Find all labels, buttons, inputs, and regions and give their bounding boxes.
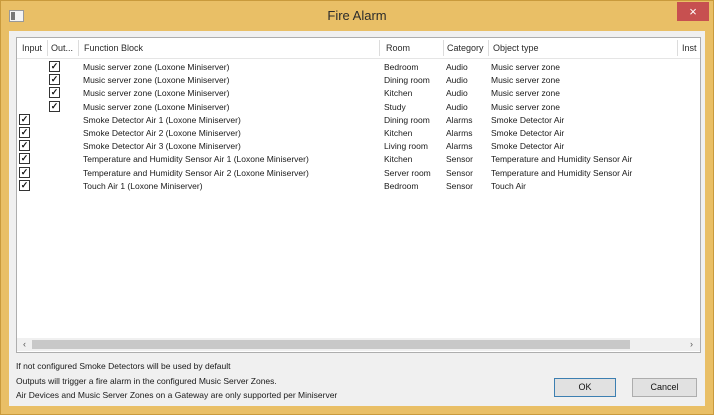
category-cell: Alarms xyxy=(446,141,473,152)
table-row[interactable]: ✓ Smoke Detector Air 3 (Loxone Miniserver… xyxy=(17,140,700,153)
table-row[interactable]: ✓ Music server zone (Loxone Miniserver) Be… xyxy=(17,61,700,74)
table-row[interactable]: ✓ Smoke Detector Air 2 (Loxone Miniserver… xyxy=(17,127,700,140)
column-header-category[interactable]: Category xyxy=(447,43,484,53)
function-block-cell: Touch Air 1 (Loxone Miniserver) xyxy=(83,180,203,191)
column-header-instance[interactable]: Inst xyxy=(682,43,697,53)
column-separator[interactable] xyxy=(78,40,79,56)
table-row[interactable]: ✓ Smoke Detector Air 1 (Loxone Miniserver… xyxy=(17,113,700,127)
room-cell: Dining room xyxy=(384,75,430,86)
category-cell: Sensor xyxy=(446,167,473,178)
close-button[interactable]: × xyxy=(677,2,709,21)
category-cell: Alarms xyxy=(446,128,473,138)
room-cell: Kitchen xyxy=(384,128,413,138)
function-block-cell: Temperature and Humidity Sensor Air 2 (L… xyxy=(83,167,309,178)
object-type-cell: Touch Air xyxy=(491,180,526,191)
column-separator[interactable] xyxy=(443,40,444,56)
input-checkbox[interactable]: ✓ xyxy=(19,127,30,138)
category-cell: Audio xyxy=(446,101,468,112)
object-type-cell: Music server zone xyxy=(491,75,560,86)
ok-button[interactable]: OK xyxy=(554,378,616,397)
info-text-line: Air Devices and Music Server Zones on a … xyxy=(16,390,338,400)
output-checkbox[interactable]: ✓ xyxy=(49,87,60,99)
scroll-left-icon[interactable]: ‹ xyxy=(18,338,31,351)
input-checkbox[interactable]: ✓ xyxy=(19,179,30,191)
input-checkbox[interactable]: ✓ xyxy=(19,113,30,125)
output-checkbox[interactable]: ✓ xyxy=(49,74,60,86)
room-cell: Study xyxy=(384,101,406,112)
column-separator[interactable] xyxy=(379,40,380,56)
column-separator[interactable] xyxy=(47,40,48,56)
fire-alarm-window: Fire Alarm × Input Out... Function Block… xyxy=(0,0,714,415)
table-row[interactable]: ✓ Music server zone (Loxone Miniserver) Ki… xyxy=(17,87,700,100)
function-block-cell: Temperature and Humidity Sensor Air 1 (L… xyxy=(83,154,309,165)
object-type-cell: Music server zone xyxy=(491,101,560,112)
room-cell: Kitchen xyxy=(384,154,413,165)
info-text-line: Outputs will trigger a fire alarm in the… xyxy=(16,376,277,386)
object-type-cell: Smoke Detector Air xyxy=(491,128,565,138)
column-header-object-type[interactable]: Object type xyxy=(493,43,539,53)
function-block-table: Input Out... Function Block Room Categor… xyxy=(16,37,701,353)
room-cell: Living room xyxy=(384,141,428,152)
window-title: Fire Alarm xyxy=(327,8,387,23)
input-checkbox[interactable]: ✓ xyxy=(19,166,30,178)
object-type-cell: Temperature and Humidity Sensor Air xyxy=(491,167,633,178)
input-checkbox[interactable]: ✓ xyxy=(19,140,30,152)
horizontal-scrollbar[interactable]: ‹ › xyxy=(17,338,700,351)
function-block-cell: Music server zone (Loxone Miniserver) xyxy=(83,88,230,99)
object-type-cell: Smoke Detector Air xyxy=(491,141,565,152)
info-text-line: If not configured Smoke Detectors will b… xyxy=(16,361,231,371)
cancel-button[interactable]: Cancel xyxy=(632,378,697,397)
category-cell: Audio xyxy=(446,62,468,72)
output-checkbox[interactable]: ✓ xyxy=(49,61,60,72)
category-cell: Sensor xyxy=(446,154,473,165)
category-cell: Sensor xyxy=(446,180,473,191)
table-row[interactable]: ✓ Temperature and Humidity Sensor Air 2 (… xyxy=(17,166,700,180)
room-cell: Bedroom xyxy=(384,62,419,72)
dialog-body: Input Out... Function Block Room Categor… xyxy=(9,31,705,406)
column-header-input[interactable]: Input xyxy=(22,43,42,53)
input-checkbox[interactable]: ✓ xyxy=(19,153,30,165)
category-cell: Audio xyxy=(446,75,468,86)
function-block-cell: Smoke Detector Air 1 (Loxone Miniserver) xyxy=(83,114,241,125)
column-header-output[interactable]: Out... xyxy=(51,43,73,53)
scrollbar-thumb[interactable] xyxy=(32,340,630,349)
object-type-cell: Music server zone xyxy=(491,62,560,72)
function-block-cell: Smoke Detector Air 2 (Loxone Miniserver) xyxy=(83,128,241,138)
output-checkbox[interactable]: ✓ xyxy=(49,100,60,112)
object-type-cell: Music server zone xyxy=(491,88,560,99)
function-block-cell: Music server zone (Loxone Miniserver) xyxy=(83,62,230,72)
room-cell: Server room xyxy=(384,167,431,178)
table-row[interactable]: ✓ Music server zone (Loxone Miniserver) Di… xyxy=(17,74,700,87)
room-cell: Kitchen xyxy=(384,88,413,99)
table-row[interactable]: ✓ Temperature and Humidity Sensor Air 1 (… xyxy=(17,153,700,166)
function-block-cell: Music server zone (Loxone Miniserver) xyxy=(83,75,230,86)
column-header-room[interactable]: Room xyxy=(386,43,410,53)
room-cell: Bedroom xyxy=(384,180,419,191)
function-block-cell: Music server zone (Loxone Miniserver) xyxy=(83,101,230,112)
title-bar[interactable]: Fire Alarm × xyxy=(1,1,713,31)
scroll-right-icon[interactable]: › xyxy=(685,338,698,351)
table-row[interactable]: ✓ Touch Air 1 (Loxone Miniserver) Bedroom S… xyxy=(17,179,700,193)
object-type-cell: Smoke Detector Air xyxy=(491,114,565,125)
room-cell: Dining room xyxy=(384,114,430,125)
column-separator[interactable] xyxy=(677,40,678,56)
table-row[interactable]: ✓ Music server zone (Loxone Miniserver) St… xyxy=(17,100,700,114)
column-header-function-block[interactable]: Function Block xyxy=(84,43,143,53)
table-header: Input Out... Function Block Room Categor… xyxy=(17,38,700,59)
column-separator[interactable] xyxy=(488,40,489,56)
category-cell: Audio xyxy=(446,88,468,99)
function-block-cell: Smoke Detector Air 3 (Loxone Miniserver) xyxy=(83,141,241,152)
object-type-cell: Temperature and Humidity Sensor Air xyxy=(491,154,633,165)
category-cell: Alarms xyxy=(446,114,473,125)
